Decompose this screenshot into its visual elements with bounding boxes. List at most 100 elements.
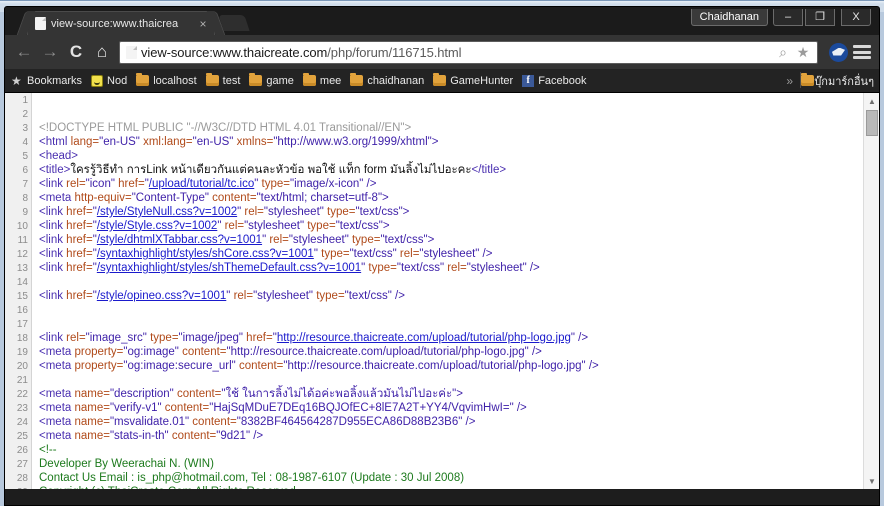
- source-token: rel=: [447, 262, 467, 274]
- source-token: <meta: [39, 416, 75, 428]
- folder-icon: [801, 73, 815, 86]
- line-text: <link rel="icon" href= "/upload/tutorial/…: [32, 178, 863, 190]
- menu-line: [853, 44, 871, 48]
- source-token: rel=: [269, 234, 289, 246]
- reload-button[interactable]: C: [63, 39, 89, 65]
- source-link[interactable]: /syntaxhighlight/styles/shCore.css?v=100…: [97, 248, 314, 260]
- bookmark-star-icon[interactable]: ★: [793, 44, 813, 61]
- new-tab-button[interactable]: [218, 15, 250, 31]
- source-line: 8 <meta http-equiv="Content-Type" content…: [5, 191, 863, 205]
- zoom-out-icon[interactable]: ⌕: [773, 44, 793, 61]
- line-number: 5: [22, 150, 28, 162]
- source-link[interactable]: /style/StyleNull.css?v=1002: [97, 206, 237, 218]
- source-token: href=: [66, 220, 93, 232]
- line-number: 11: [17, 234, 28, 246]
- back-button[interactable]: ←: [11, 39, 37, 65]
- source-token: rel=: [224, 220, 245, 232]
- page-icon: [35, 17, 46, 30]
- source-token: "stylesheet": [288, 234, 352, 246]
- source-link[interactable]: /style/opineo.css?v=1001: [97, 290, 226, 302]
- source-token: "en-US": [192, 136, 237, 148]
- folder-icon: [205, 73, 219, 86]
- line-text: <meta name="verify-v1" content="HajSqMDu…: [32, 402, 863, 414]
- address-bar[interactable]: view-source:www.thaicreate.com/php/forum…: [119, 40, 818, 64]
- source-token: name=: [74, 402, 110, 414]
- forward-button[interactable]: →: [37, 39, 63, 65]
- source-line: 27 Developer By Weerachai N. (WIN): [5, 457, 863, 471]
- source-token: "image/jpeg": [178, 332, 247, 344]
- home-button[interactable]: ⌂: [89, 39, 115, 65]
- tab-view-source[interactable]: view-source:www.thaicrea ×: [27, 11, 215, 35]
- source-line: 2: [5, 107, 863, 121]
- source-link[interactable]: /style/Style.css?v=1002: [97, 220, 218, 232]
- source-token: name=: [74, 430, 110, 442]
- source-token: " />: [570, 332, 589, 344]
- line-number: 4: [22, 136, 28, 148]
- source-token: </title>: [471, 164, 507, 176]
- page-content: 1 2 3 <!DOCTYPE HTML PUBLIC "-//W3C//DTD HT…: [5, 92, 879, 489]
- line-text: <link rel="image_src" type="image/jpeg" …: [32, 332, 863, 344]
- line-number: 29: [5, 487, 32, 490]
- source-token: "icon": [85, 178, 119, 190]
- source-token: http-equiv=: [74, 192, 132, 204]
- source-link[interactable]: /style/dhtmlXTabbar.css?v=1001: [97, 234, 262, 246]
- scroll-up-arrow-icon[interactable]: ▲: [864, 93, 879, 109]
- bookmark-item[interactable]: mee: [302, 73, 341, 87]
- bookmark-item[interactable]: test: [205, 73, 240, 87]
- menu-icon[interactable]: [853, 42, 871, 62]
- source-token: type=: [327, 206, 356, 218]
- source-line: 3 <!DOCTYPE HTML PUBLIC "-//W3C//DTD HTML…: [5, 121, 863, 135]
- source-token: "text/css">: [335, 220, 390, 232]
- vertical-scrollbar[interactable]: ▲ ▼: [863, 93, 879, 489]
- source-link[interactable]: /syntaxhighlight/styles/shThemeDefault.c…: [97, 262, 361, 274]
- bookmark-item[interactable]: localhost: [136, 73, 197, 87]
- source-line: 28 Contact Us Email : is_php@hotmail.com,…: [5, 471, 863, 485]
- other-bookmarks-item[interactable]: บุ๊กมาร์กอื่นๆ: [801, 72, 874, 90]
- folder-icon: [350, 73, 364, 86]
- bookmark-item[interactable]: game: [249, 73, 294, 87]
- bookmark-item[interactable]: Nod: [91, 74, 127, 87]
- source-token: content=: [176, 388, 222, 400]
- source-token: property=: [74, 346, 124, 358]
- line-text: <meta property="og:image" content="http:…: [32, 346, 863, 358]
- source-line: 20 <meta property="og:image:secure_url" c…: [5, 359, 863, 373]
- tab-close-icon[interactable]: ×: [196, 17, 210, 31]
- line-text: <link href="/style/opineo.css?v=1001" re…: [32, 290, 863, 302]
- source-token: "description": [109, 388, 177, 400]
- bookmark-item[interactable]: ★ Bookmarks: [11, 75, 82, 87]
- bookmark-item[interactable]: chaidhanan: [350, 73, 424, 87]
- scroll-down-arrow-icon[interactable]: ▼: [864, 473, 879, 489]
- source-token: content=: [238, 360, 284, 372]
- source-line: 9 <link href="/style/StyleNull.css?v=1002…: [5, 205, 863, 219]
- avatar[interactable]: [829, 42, 848, 62]
- source-link[interactable]: /upload/tutorial/tc.ico: [149, 178, 254, 190]
- source-line: 10 <link href="/style/Style.css?v=1002" r…: [5, 219, 863, 233]
- source-token: <link: [39, 262, 67, 274]
- scrollbar-thumb[interactable]: [866, 110, 878, 136]
- line-number: 20: [16, 360, 28, 372]
- line-text: Copyright (c) ThaiCreate.Com All Rights …: [32, 486, 863, 489]
- line-text: <link href="/style/StyleNull.css?v=1002"…: [32, 206, 863, 218]
- source-token: <link: [39, 234, 67, 246]
- bookmark-item[interactable]: GameHunter: [433, 73, 513, 87]
- menu-line: [853, 50, 871, 54]
- source-line: 6 <title>ใครรู้วิธีทำ การLink หน้าเดียวกั…: [5, 163, 863, 177]
- line-text: <link href="/style/Style.css?v=1002" rel…: [32, 220, 863, 232]
- bookmarks-bar: ★ Bookmarks Nod localhost test game mee c…: [5, 69, 879, 92]
- source-token: type=: [351, 234, 381, 246]
- source-token: ": [254, 178, 262, 190]
- source-token: href=: [246, 332, 273, 344]
- source-token: rel=: [399, 248, 420, 260]
- source-token: <meta: [39, 360, 75, 372]
- source-token: "stylesheet": [244, 220, 308, 232]
- source-line: 4 <html lang="en-US" xml:lang="en-US" xml…: [5, 135, 863, 149]
- bookmark-label: game: [266, 74, 294, 87]
- source-token: rel=: [233, 290, 254, 302]
- source-code-view[interactable]: 1 2 3 <!DOCTYPE HTML PUBLIC "-//W3C//DTD HT…: [5, 93, 863, 490]
- bookmarks-overflow-button[interactable]: »: [786, 74, 793, 88]
- folder-icon: [249, 73, 263, 86]
- source-token: <link: [39, 206, 67, 218]
- source-line: 11 <link href="/style/dhtmlXTabbar.css?v=…: [5, 233, 863, 247]
- bookmark-item[interactable]: f Facebook: [522, 74, 587, 87]
- source-link[interactable]: http://resource.thaicreate.com/upload/tu…: [277, 332, 571, 344]
